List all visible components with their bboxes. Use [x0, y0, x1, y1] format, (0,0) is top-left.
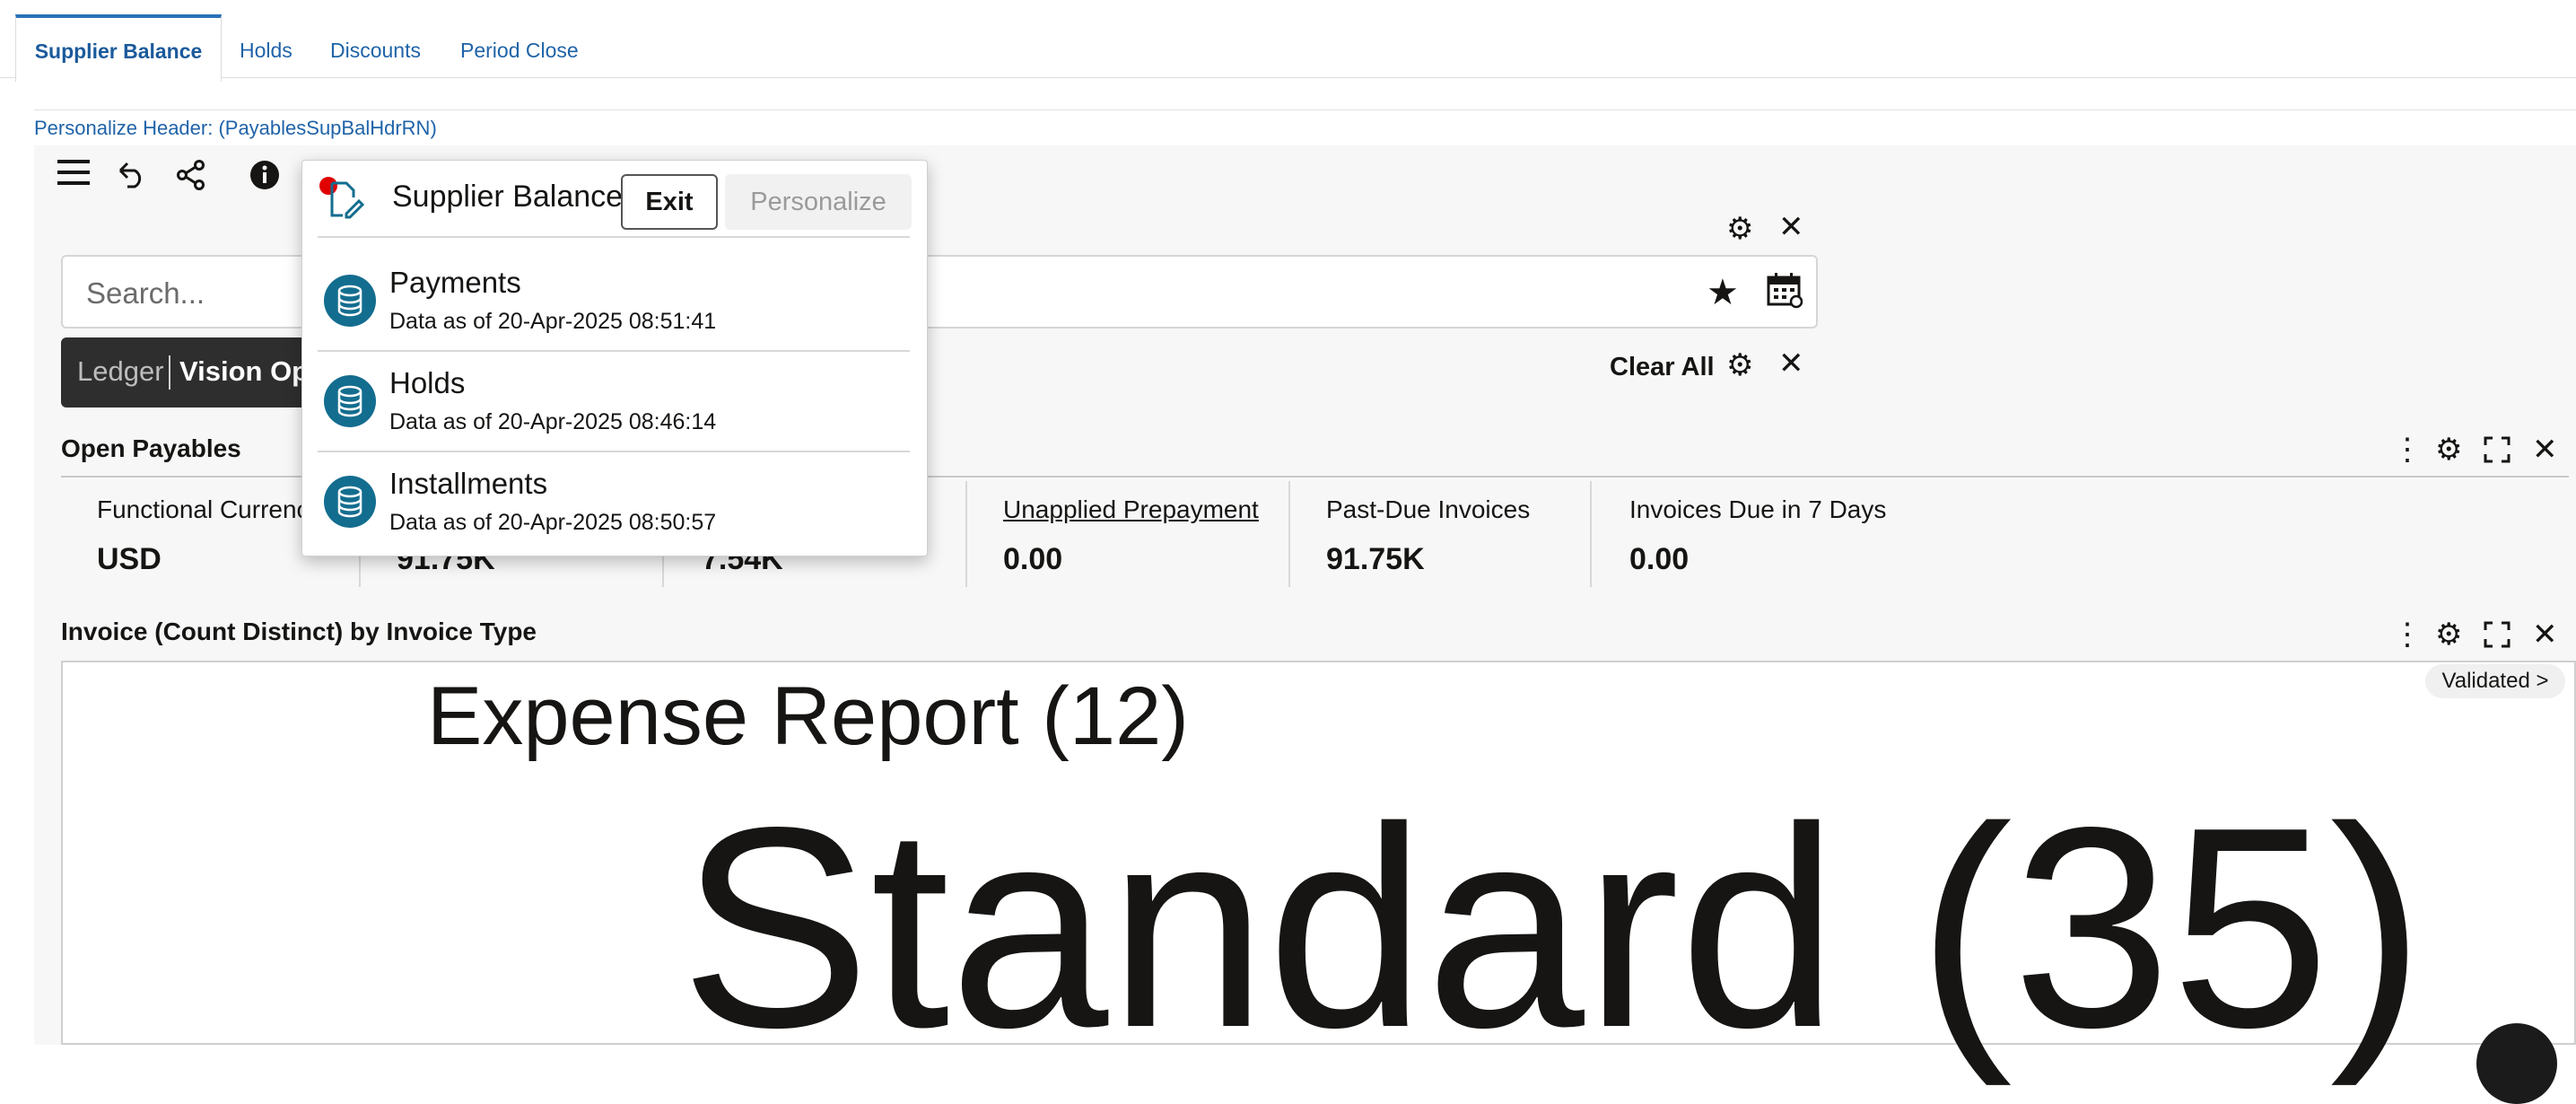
undo-icon[interactable] — [115, 160, 147, 195]
invoice-chart-gear-icon[interactable]: ⚙ — [2435, 619, 2462, 650]
share-icon[interactable] — [176, 160, 206, 197]
ledger-filter-value: Vision Operations — [179, 355, 305, 387]
personalize-button[interactable]: Personalize — [725, 174, 912, 230]
popup-item-name[interactable]: Installments — [389, 467, 547, 501]
tab-bar: Supplier Balance Holds Discounts Period … — [0, 0, 2576, 82]
search-close-icon[interactable]: ✕ — [1778, 212, 1804, 242]
chip-separator — [169, 355, 170, 390]
popup-item-name[interactable]: Holds — [389, 366, 465, 400]
invoice-chart-expand-icon[interactable] — [2484, 621, 2511, 653]
invoice-chart-title: Invoice (Count Distinct) by Invoice Type — [61, 618, 537, 645]
popup-divider — [318, 236, 910, 238]
info-icon[interactable] — [249, 160, 280, 197]
filter-settings-gear-icon[interactable]: ⚙ — [1726, 350, 1753, 381]
search-settings-gear-icon[interactable]: ⚙ — [1726, 214, 1753, 244]
tag-cloud-word[interactable]: Expense Report (12) — [427, 670, 1189, 764]
database-icon — [324, 375, 376, 427]
tag-cloud-word[interactable]: Standard (35) — [680, 785, 2425, 1071]
floating-action-button[interactable] — [2476, 1023, 2557, 1104]
tab-supplier-balance[interactable]: Supplier Balance — [15, 14, 222, 82]
calendar-icon[interactable] — [1766, 271, 1803, 314]
hamburger-menu-icon[interactable] — [56, 154, 92, 197]
popup-item-date: Data as of 20-Apr-2025 08:46:14 — [389, 409, 717, 434]
invoice-chart-close-icon[interactable]: ✕ — [2532, 619, 2558, 650]
kpi-value: 0.00 — [1629, 542, 1690, 576]
kpi-label: Past-Due Invoices — [1326, 495, 1531, 523]
kpi-value: 0.00 — [1003, 542, 1063, 576]
kpi-value: 91.75K — [1326, 542, 1425, 576]
search-placeholder: Search... — [86, 276, 205, 310]
popup-divider — [318, 451, 910, 452]
filter-close-icon[interactable]: ✕ — [1778, 348, 1804, 379]
personalize-header-link[interactable]: Personalize Header: (PayablesSupBalHdrRN… — [34, 117, 437, 140]
ledger-filter-label: Ledger — [77, 355, 164, 387]
tab-discounts[interactable]: Discounts — [330, 14, 421, 77]
exit-button[interactable]: Exit — [621, 174, 718, 230]
favorite-star-icon[interactable]: ★ — [1707, 275, 1739, 311]
validated-filter-pill[interactable]: Validated > — [2425, 664, 2565, 698]
unapplied-prepayment-link[interactable]: Unapplied Prepayment — [1003, 495, 1259, 524]
popup-title: Supplier Balance — [392, 180, 624, 214]
open-payables-gear-icon[interactable]: ⚙ — [2435, 434, 2462, 465]
tab-holds[interactable]: Holds — [240, 14, 293, 77]
open-payables-expand-icon[interactable] — [2484, 436, 2511, 469]
popup-item-date: Data as of 20-Apr-2025 08:50:57 — [389, 510, 717, 535]
personalize-edit-icon — [327, 180, 365, 223]
kpi-label: Invoices Due in 7 Days — [1629, 495, 1887, 523]
popup-divider — [318, 350, 910, 352]
kpi-divider — [1590, 481, 1592, 587]
open-payables-more-icon[interactable]: ⋮ — [2392, 434, 2423, 465]
open-payables-close-icon[interactable]: ✕ — [2532, 434, 2558, 465]
clear-all-button[interactable]: Clear All — [1610, 353, 1715, 382]
invoice-chart-more-icon[interactable]: ⋮ — [2392, 619, 2423, 650]
popup-item-name[interactable]: Payments — [389, 266, 521, 300]
kpi-divider — [965, 481, 967, 587]
kpi-value: USD — [97, 542, 162, 576]
database-icon — [324, 476, 376, 528]
open-payables-title: Open Payables — [61, 434, 241, 462]
popup-item-date: Data as of 20-Apr-2025 08:51:41 — [389, 309, 717, 334]
kpi-divider — [1288, 481, 1290, 587]
database-icon — [324, 275, 376, 327]
kpi-label: Functional Currency — [97, 495, 322, 523]
tab-period-close[interactable]: Period Close — [460, 14, 579, 77]
